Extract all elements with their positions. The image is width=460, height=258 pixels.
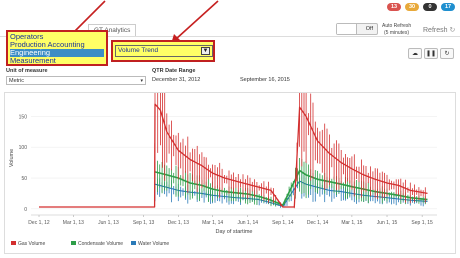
date-range-start[interactable]: December 31, 2012	[152, 77, 200, 83]
x-tick-label: Sep 1, 13	[133, 220, 155, 226]
x-tick-label: Sep 1, 14	[272, 220, 294, 226]
y-tick-label: 150	[19, 114, 28, 120]
legend-label: Condensate Volume	[78, 241, 123, 247]
x-tick-label: Sep 1, 15	[411, 220, 433, 226]
y-axis-label: Volume	[9, 149, 15, 167]
x-tick-label: Mar 1, 14	[202, 220, 223, 226]
date-range-label: QTR Date Range	[152, 68, 196, 74]
department-dropdown-list[interactable]: Operators Production Accounting Engineer…	[6, 30, 108, 66]
arrow-line-right	[175, 0, 219, 40]
y-tick-label: 0	[24, 207, 27, 213]
unit-select[interactable]: Metric ▾	[6, 76, 146, 85]
x-axis-label: Day of startime	[216, 229, 253, 235]
chevron-down-icon[interactable]: ▼	[201, 47, 210, 55]
report-select-value: Volume Trend	[118, 47, 159, 54]
x-tick-label: Dec 1, 12	[28, 220, 50, 226]
y-tick-label: 100	[19, 145, 28, 151]
legend-label: Gas Volume	[18, 241, 45, 247]
unit-label: Unit of measure	[6, 68, 48, 74]
dropdown-option-measurement[interactable]: Measurement	[10, 57, 104, 65]
y-tick-label: 50	[21, 176, 27, 182]
legend-label: Water Volume	[138, 241, 169, 247]
x-tick-label: Mar 1, 15	[341, 220, 362, 226]
report-select-highlight: Volume Trend ▼	[111, 40, 215, 62]
date-range-end[interactable]: September 16, 2015	[240, 77, 290, 83]
report-select[interactable]: Volume Trend ▼	[115, 45, 213, 57]
x-tick-label: Jun 1, 15	[377, 220, 398, 226]
volume-trend-chart: 0 50 100 150 Dec 1, 12 Mar 1, 13 Jun 1, 13 Sep …	[9, 75, 437, 247]
x-tick-label: Jun 1, 13	[98, 220, 119, 226]
legend-swatch	[71, 241, 76, 245]
x-tick-label: Mar 1, 13	[63, 220, 84, 226]
x-tick-label: Dec 1, 14	[307, 220, 329, 226]
legend-swatch	[131, 241, 136, 245]
legend-swatch	[11, 241, 16, 245]
pause-icon[interactable]: ❚❚	[424, 48, 438, 59]
unit-select-value: Metric	[9, 78, 24, 84]
reload-icon[interactable]: ↻	[440, 48, 454, 59]
cloud-download-icon[interactable]: ☁	[408, 48, 422, 59]
chevron-down-icon: ▾	[140, 78, 143, 84]
x-tick-label: Dec 1, 13	[168, 220, 190, 226]
x-tick-label: Jun 1, 14	[237, 220, 258, 226]
chart-panel: 0 50 100 150 Dec 1, 12 Mar 1, 13 Jun 1, 13 Sep …	[4, 75, 456, 254]
